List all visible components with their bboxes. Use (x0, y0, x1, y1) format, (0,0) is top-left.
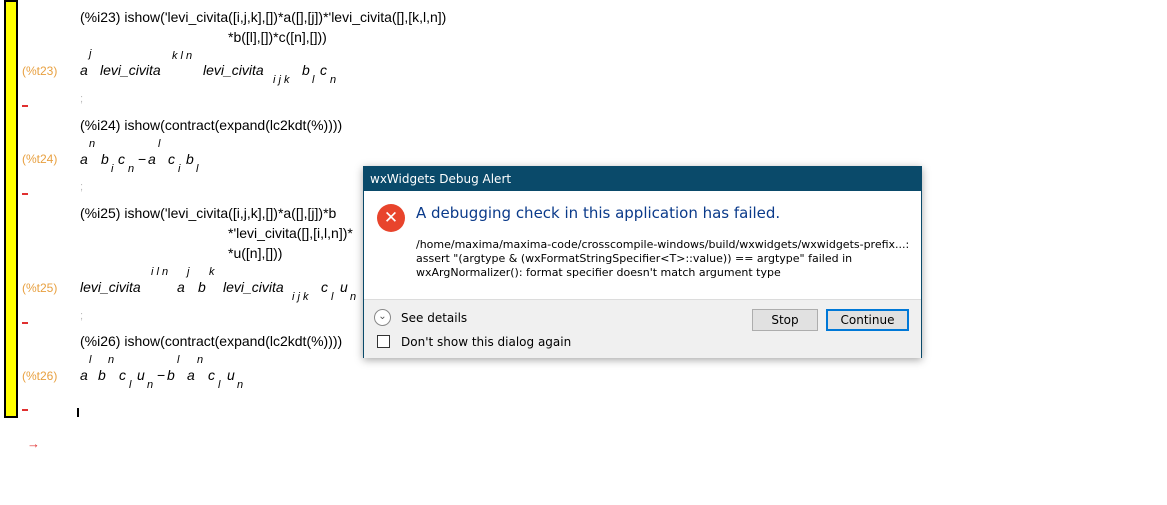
math-term: a (177, 279, 185, 295)
semicolon: ; (80, 93, 84, 105)
insertion-arrow-icon[interactable]: → (27, 436, 40, 451)
see-details-link[interactable]: See details (401, 311, 467, 325)
input-code: ishow('levi_civita([i,j,k],[])*a([],[j])… (124, 9, 447, 25)
dialog-body: ✕ A debugging check in this application … (364, 191, 921, 299)
message-line: assert "(argtype & (wxFormatStringSpecif… (416, 252, 853, 265)
math-term: b (167, 367, 175, 383)
math-sub: i (111, 163, 114, 175)
chevron-down-icon[interactable]: ⌄ (374, 309, 391, 326)
math-term: b (101, 151, 109, 167)
math-sub: n (237, 379, 244, 391)
math-term: levi_civita (203, 62, 264, 78)
math-term: a (80, 151, 88, 167)
input-line[interactable]: (%i24) ishow(contract(expand(lc2kdt(%)))… (80, 117, 342, 133)
math-term: u (340, 279, 348, 295)
math-sup: n (197, 354, 204, 366)
math-operator: − (157, 367, 166, 383)
math-term: b (198, 279, 206, 295)
math-sup: k l n (172, 50, 193, 62)
math-sup: j (89, 48, 92, 60)
math-sup: l (177, 354, 180, 366)
math-sub: l (129, 379, 132, 391)
text-cursor (77, 408, 79, 417)
math-sub: n (128, 163, 135, 175)
math-sub: n (330, 74, 337, 86)
cell-marker (22, 193, 28, 195)
math-sup: n (89, 138, 96, 150)
dialog-message: /home/maxima/maxima-code/crosscompile-wi… (416, 238, 909, 280)
output-label: (%t26) (22, 369, 58, 383)
cell-marker (22, 322, 28, 324)
semicolon: ; (80, 181, 84, 193)
math-sub: i j k (292, 291, 309, 303)
math-term: b (186, 151, 194, 167)
input-continuation[interactable]: *b([l],[])*c([n],[])) (228, 29, 327, 45)
input-prompt: (%i23) (80, 9, 121, 25)
math-sub: l (312, 74, 315, 86)
math-term: c (321, 279, 328, 295)
math-term: b (302, 62, 310, 78)
math-term: a (80, 367, 88, 383)
output-label: (%t23) (22, 64, 58, 78)
math-term: levi_civita (100, 62, 161, 78)
math-term: c (208, 367, 215, 383)
math-term: u (137, 367, 145, 383)
math-sub: l (218, 379, 221, 391)
dialog-footer: ⌄ See details Don't show this dialog aga… (364, 299, 921, 358)
math-term: a (148, 151, 156, 167)
math-term: a (80, 62, 88, 78)
math-sup: l (158, 138, 161, 150)
math-term: u (227, 367, 235, 383)
error-x-icon: ✕ (377, 204, 405, 232)
dialog-title[interactable]: wxWidgets Debug Alert (364, 167, 921, 191)
semicolon: ; (80, 310, 84, 322)
math-sup: j (187, 266, 190, 278)
math-term: c (118, 151, 125, 167)
message-line: /home/maxima/maxima-code/crosscompile-wi… (416, 238, 910, 251)
math-sub: i (178, 163, 181, 175)
input-prompt: (%i26) (80, 333, 121, 349)
input-prompt: (%i25) (80, 205, 121, 221)
debug-alert-dialog: wxWidgets Debug Alert ✕ A debugging chec… (363, 166, 922, 358)
math-term: a (187, 367, 195, 383)
input-code: ishow(contract(expand(lc2kdt(%)))) (124, 333, 343, 349)
math-sub: l (196, 163, 199, 175)
input-continuation[interactable]: *u([n],[])) (228, 245, 282, 261)
dont-show-label[interactable]: Don't show this dialog again (401, 335, 571, 349)
math-sub: n (350, 291, 357, 303)
math-term: c (320, 62, 327, 78)
math-sup: k (209, 266, 215, 278)
dialog-heading: A debugging check in this application ha… (416, 204, 781, 222)
stop-button[interactable]: Stop (752, 309, 818, 331)
input-prompt: (%i24) (80, 117, 121, 133)
cell-marker (22, 105, 28, 107)
cell-marker (22, 409, 28, 411)
input-code: ishow('levi_civita([i,j,k],[])*a([],[j])… (124, 205, 337, 221)
input-code: ishow(contract(expand(lc2kdt(%)))) (124, 117, 343, 133)
math-sub: n (147, 379, 154, 391)
output-label: (%t24) (22, 152, 58, 166)
math-sup: i l n (151, 266, 169, 278)
dont-show-checkbox[interactable] (377, 335, 390, 348)
math-sub: i j k (273, 74, 290, 86)
continue-button[interactable]: Continue (826, 309, 909, 331)
math-sup: n (108, 354, 115, 366)
math-term: c (119, 367, 126, 383)
math-term: b (98, 367, 106, 383)
math-sup: l (89, 354, 92, 366)
math-term: levi_civita (80, 279, 141, 295)
output-label: (%t25) (22, 281, 58, 295)
message-line: wxArgNormalizer(): format specifier does… (416, 266, 781, 279)
input-line[interactable]: (%i25) ishow('levi_civita([i,j,k],[])*a(… (80, 205, 336, 221)
input-line[interactable]: (%i23) ishow('levi_civita([i,j,k],[])*a(… (80, 9, 446, 25)
math-term: c (168, 151, 175, 167)
math-operator: − (138, 151, 147, 167)
math-term: levi_civita (223, 279, 284, 295)
cell-bracket[interactable] (4, 0, 18, 418)
math-sub: l (331, 291, 334, 303)
input-continuation[interactable]: *'levi_civita([],[i,l,n])* (228, 225, 353, 241)
input-line[interactable]: (%i26) ishow(contract(expand(lc2kdt(%)))… (80, 333, 342, 349)
